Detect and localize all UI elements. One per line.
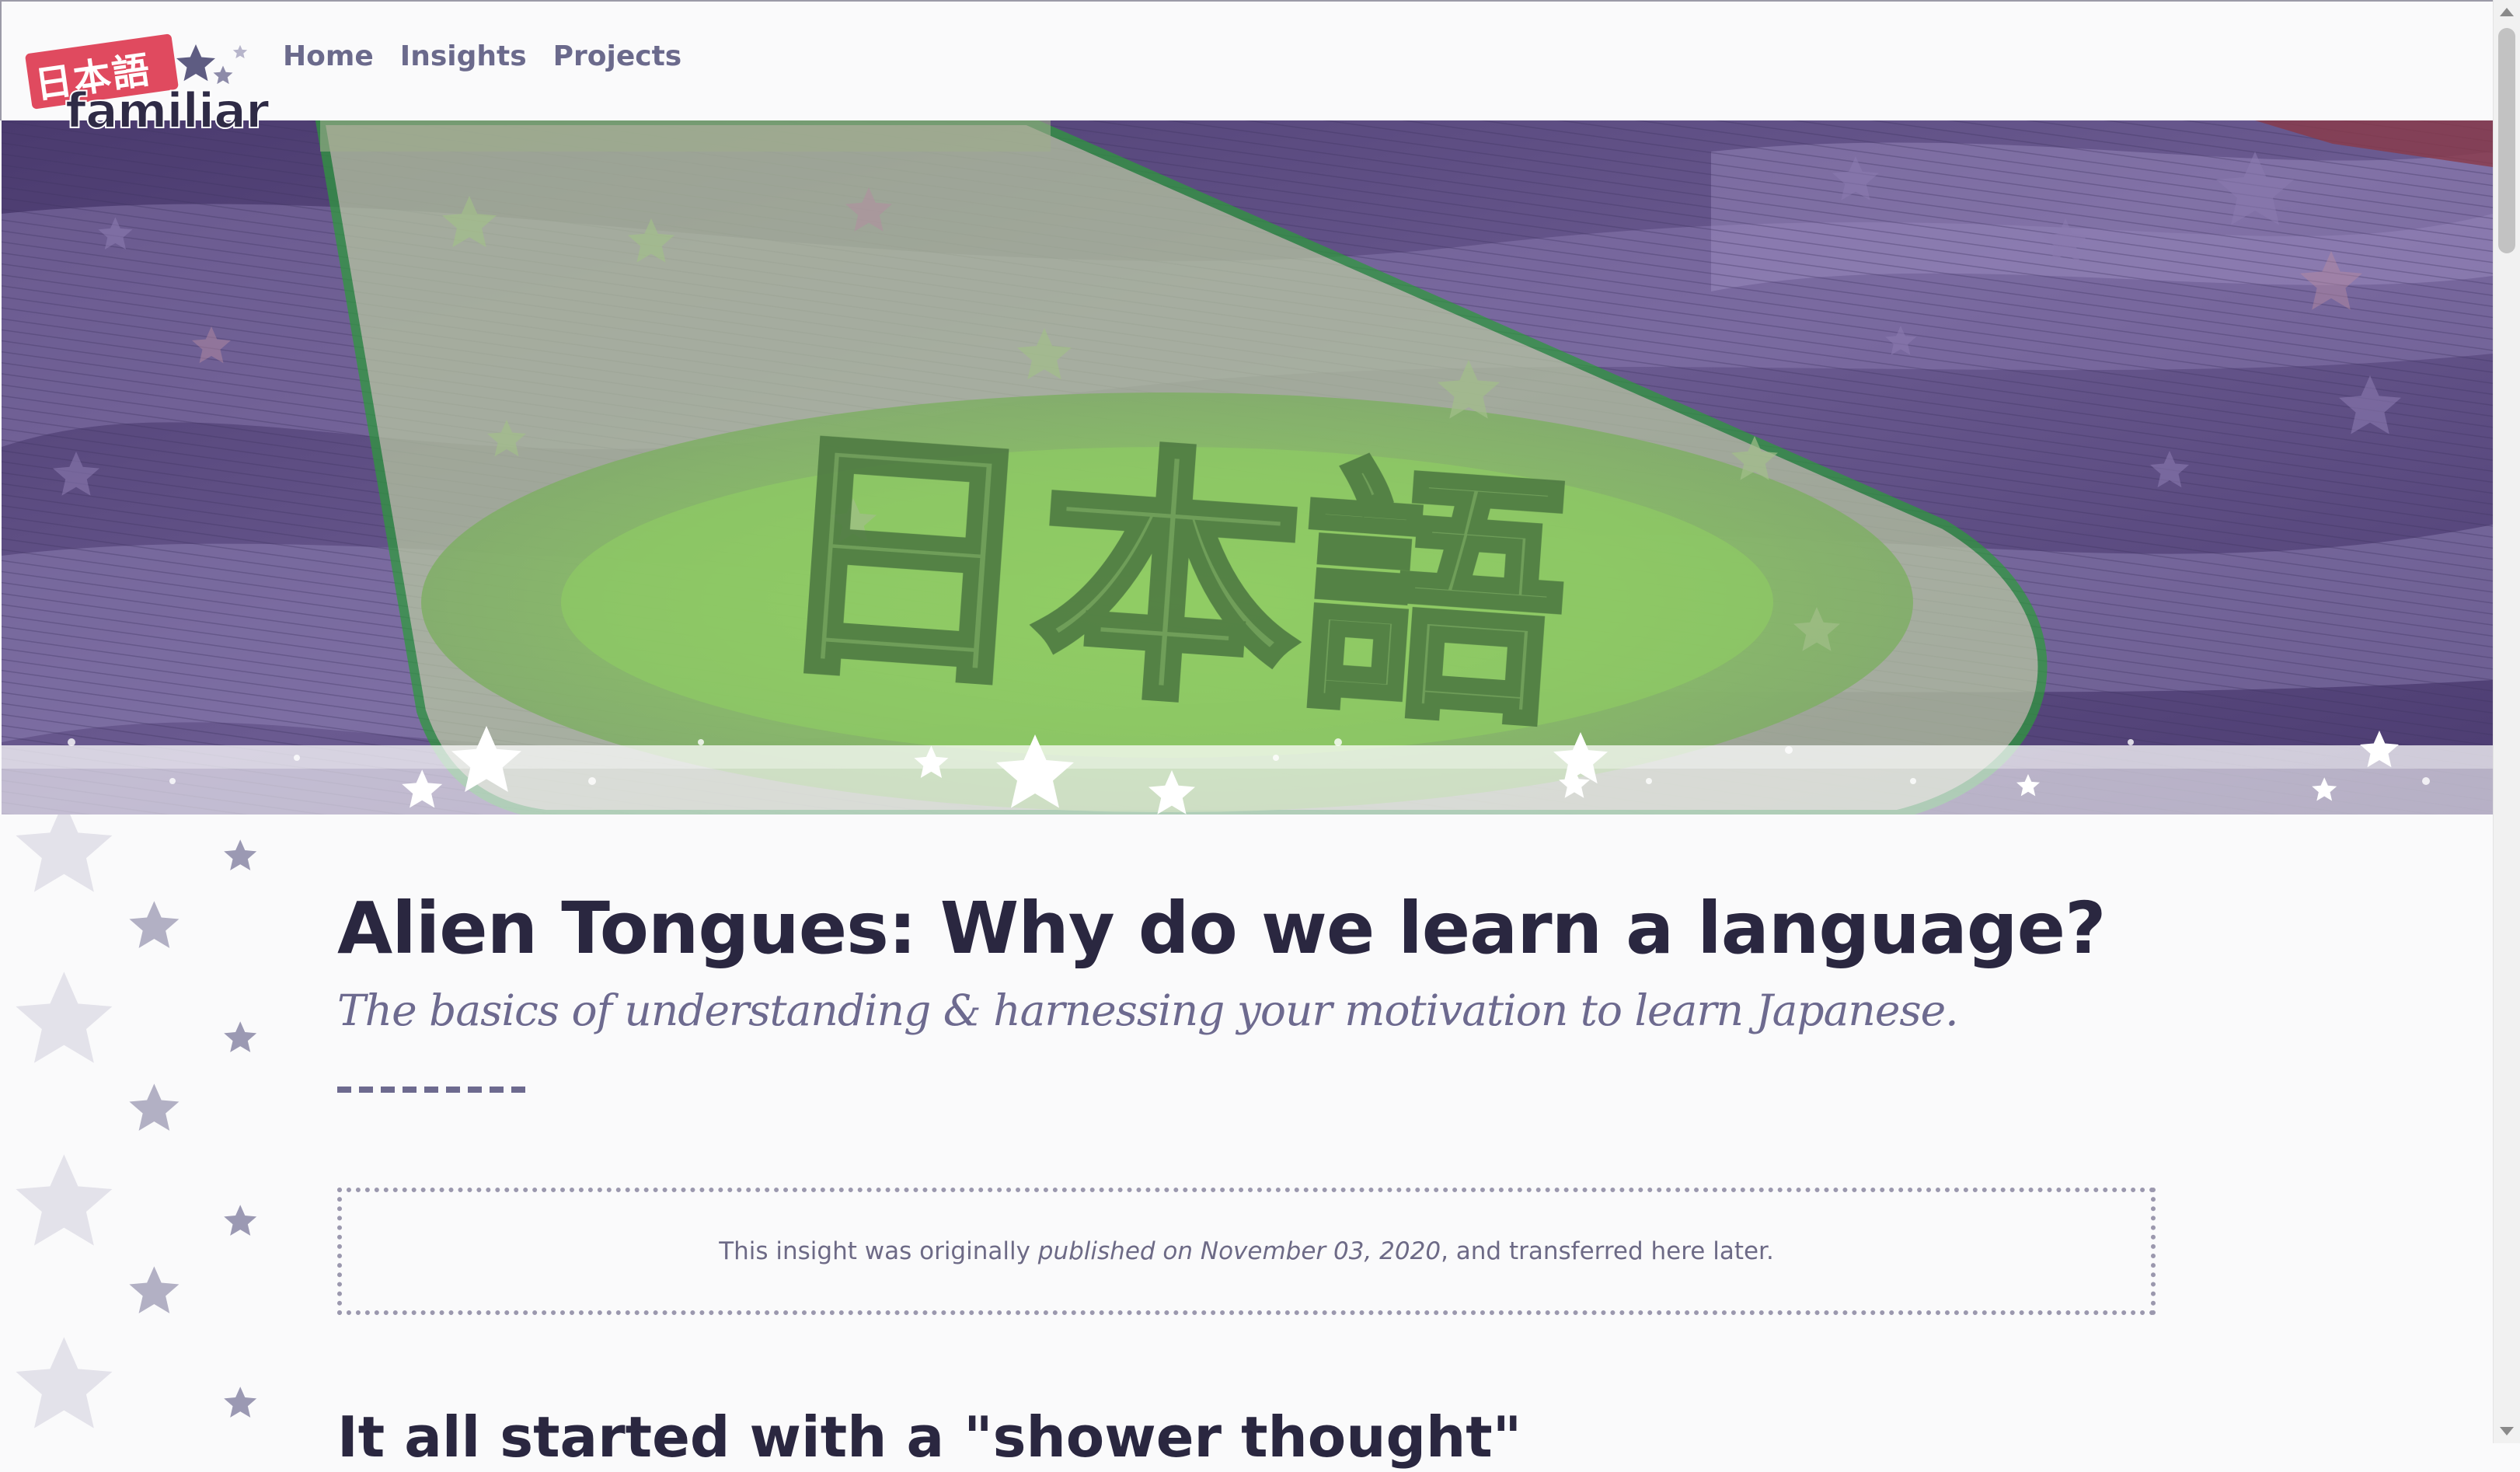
hero-banner: 日本語 (2, 120, 2493, 814)
main-nav: Home Insights Projects (283, 40, 681, 72)
logo-wordmark: familiar (64, 82, 270, 140)
page-scrollbar[interactable] (2493, 0, 2520, 1443)
site-header: 日本語 familiar Home Insights Projects (0, 0, 2493, 140)
logo-small-star-icon (213, 65, 233, 85)
site-logo[interactable]: 日本語 familiar (24, 33, 270, 140)
scroll-down-arrow-icon[interactable] (2500, 1427, 2514, 1435)
decorative-side-stars (16, 814, 257, 1428)
notice-text-after: , and transferred here later. (1441, 1237, 1774, 1265)
transfer-notice: This insight was originally published on… (337, 1188, 2156, 1315)
article-subtitle: The basics of understanding & harnessing… (337, 985, 1959, 1035)
nav-insights-link[interactable]: Insights (400, 40, 527, 72)
nav-projects-link[interactable]: Projects (553, 40, 682, 72)
notice-publish-date: published on November 03, 2020 (1037, 1237, 1441, 1265)
dashed-divider (337, 1087, 533, 1093)
scroll-up-arrow-icon[interactable] (2500, 8, 2514, 16)
nav-home-link[interactable]: Home (283, 40, 374, 72)
hero-illustration: 日本語 (2, 120, 2493, 814)
article-title: Alien Tongues: Why do we learn a languag… (337, 887, 2106, 970)
hero-kanji-text: 日本語 (762, 400, 1574, 762)
section-heading: It all started with a "shower thought" (337, 1404, 1522, 1470)
notice-text-before: This insight was originally (719, 1237, 1030, 1265)
scrollbar-thumb[interactable] (2498, 28, 2515, 253)
article: Alien Tongues: Why do we learn a languag… (337, 878, 2156, 1472)
logo-tiny-star-icon (232, 44, 248, 59)
